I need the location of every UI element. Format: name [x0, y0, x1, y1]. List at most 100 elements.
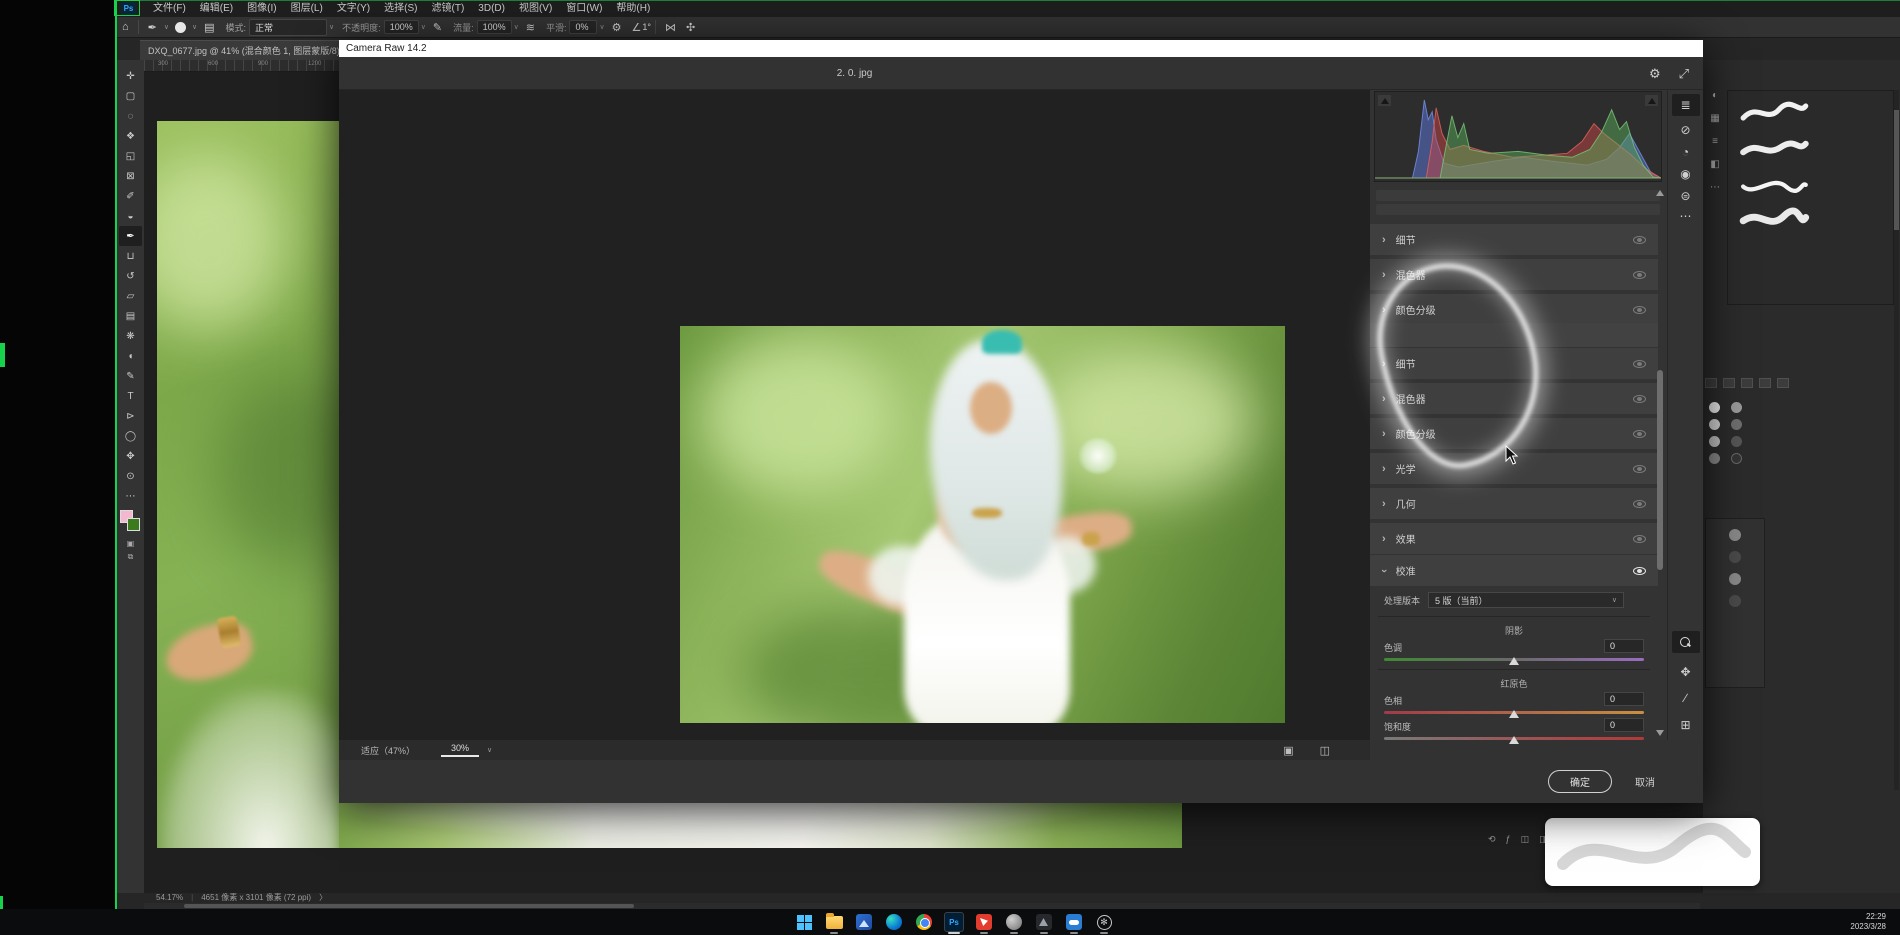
photos-app-icon[interactable] [855, 913, 873, 931]
red-eye-icon[interactable]: ◉ [1672, 163, 1700, 185]
layer-effects-icon[interactable]: ƒ [1506, 834, 1511, 845]
preferences-gear-icon[interactable]: ⚙ [1649, 66, 1661, 82]
swatch[interactable] [1709, 436, 1720, 447]
brush-stroke-thumbnail[interactable] [1738, 135, 1810, 161]
chevron-down-icon[interactable]: ∨ [487, 746, 492, 754]
blue-app-icon[interactable] [1065, 913, 1083, 931]
background-color-swatch[interactable] [127, 518, 140, 531]
visibility-eye-icon[interactable] [1633, 360, 1646, 368]
more-options-icon[interactable]: ⋯ [1672, 205, 1700, 227]
saturation-value[interactable]: 0 [1604, 718, 1644, 732]
dodge-tool-icon[interactable]: ◖ [119, 346, 142, 366]
chevron-down-icon[interactable]: ∨ [421, 23, 426, 31]
before-after-settings-icon[interactable]: ▣ [1283, 744, 1293, 757]
crop-tool-icon[interactable]: ◱ [119, 146, 142, 166]
chevron-down-icon[interactable]: ∨ [164, 23, 169, 31]
panel-tab[interactable] [1723, 378, 1735, 388]
swatch[interactable] [1731, 453, 1742, 464]
channels-icon[interactable]: ◧ [1710, 159, 1719, 170]
visibility-eye-icon[interactable] [1633, 535, 1646, 543]
chrome-browser-icon[interactable] [915, 913, 933, 931]
menu-item[interactable]: 3D(D) [471, 0, 512, 17]
panel-scrollbar[interactable] [1894, 90, 1899, 790]
hue-slider[interactable] [1384, 711, 1644, 714]
photoshop-taskbar-icon[interactable]: Ps [945, 913, 963, 931]
home-icon[interactable]: ⌂ [117, 21, 134, 33]
camera-raw-preview[interactable] [339, 90, 1370, 740]
menu-item[interactable]: 图层(L) [284, 0, 330, 17]
menu-item[interactable]: 编辑(E) [193, 0, 240, 17]
brush-angle-value[interactable]: 1° [642, 22, 651, 32]
flow-input[interactable]: 100% [477, 20, 512, 34]
visibility-eye-icon[interactable] [1633, 465, 1646, 473]
brush-size-preview[interactable] [175, 22, 186, 33]
brush-tool-icon[interactable]: ✒ [143, 21, 162, 34]
ok-button[interactable]: 确定 [1548, 770, 1612, 793]
swatch[interactable] [1731, 436, 1742, 447]
status-arrow-icon[interactable]: 〉 [319, 892, 327, 903]
slider-thumb[interactable] [1509, 710, 1519, 718]
panel-tab[interactable] [1759, 378, 1771, 388]
gradient-tool-icon[interactable]: ▤ [119, 306, 142, 326]
menu-item[interactable]: 文件(F) [146, 0, 193, 17]
slider-thumb[interactable] [1509, 736, 1519, 744]
shape-tool-icon[interactable]: ◯ [119, 426, 142, 446]
eraser-tool-icon[interactable]: ▱ [119, 286, 142, 306]
start-button[interactable] [795, 913, 813, 931]
panel-tab[interactable] [1777, 378, 1789, 388]
menu-item[interactable]: 帮助(H) [609, 0, 657, 17]
chevron-down-icon[interactable]: ∨ [192, 23, 197, 31]
menu-item[interactable]: 窗口(W) [559, 0, 609, 17]
calibration-section-row[interactable]: › 校准 [1370, 555, 1658, 586]
visibility-eye-icon[interactable] [1633, 236, 1646, 244]
fullscreen-expand-icon[interactable]: ⤢ [1679, 66, 1689, 82]
chevron-down-icon[interactable]: ∨ [514, 23, 519, 31]
object-selection-tool-icon[interactable]: ❖ [119, 126, 142, 146]
patterns-icon[interactable]: ▦ [1710, 113, 1719, 124]
shadow-clipping-icon[interactable] [1378, 95, 1391, 106]
move-tool-icon[interactable]: ✛ [119, 66, 142, 86]
visibility-eye-icon[interactable] [1633, 306, 1646, 314]
cancel-button[interactable]: 取消 [1635, 774, 1655, 789]
settings-scrollbar[interactable] [1656, 190, 1665, 736]
tint-value[interactable]: 0 [1604, 639, 1644, 653]
path-selection-tool-icon[interactable]: ⊳ [119, 406, 142, 426]
zoom-tool-icon[interactable] [1672, 631, 1700, 653]
frame-tool-icon[interactable]: ⊠ [119, 166, 142, 186]
smoothing-input[interactable]: 0% [569, 20, 597, 34]
camera-raw-titlebar[interactable]: Camera Raw 14.2 [339, 40, 1703, 57]
swatch[interactable] [1709, 453, 1720, 464]
airbrush-icon[interactable]: ≋ [521, 21, 540, 34]
edge-browser-icon[interactable] [885, 913, 903, 931]
grid-overlay-icon[interactable]: ⊞ [1672, 714, 1700, 736]
saturation-slider[interactable] [1384, 737, 1644, 740]
panel-tab[interactable] [1741, 378, 1753, 388]
swatch[interactable] [1709, 402, 1720, 413]
brush-stroke-thumbnail[interactable] [1738, 99, 1810, 125]
zoom-percent[interactable]: 54.17% [156, 893, 183, 902]
straighten-tool-icon[interactable]: ∕ [1672, 687, 1700, 709]
settings-section-row[interactable]: ›效果 [1370, 523, 1658, 554]
menu-item[interactable]: 图像(I) [240, 0, 283, 17]
zoom-level-value[interactable]: 30% [441, 743, 479, 757]
swatch[interactable] [1729, 551, 1741, 563]
opacity-input[interactable]: 100% [384, 20, 419, 34]
visibility-eye-icon[interactable] [1633, 430, 1646, 438]
swatch[interactable] [1729, 595, 1741, 607]
properties-icon[interactable]: ≡ [1712, 136, 1718, 147]
swatch[interactable] [1729, 529, 1741, 541]
visibility-eye-icon[interactable] [1633, 395, 1646, 403]
healing-icon[interactable]: ⊘ [1672, 119, 1700, 141]
scroll-up-icon[interactable] [1656, 190, 1664, 196]
swatch[interactable] [1731, 419, 1742, 430]
highlight-clipping-icon[interactable] [1645, 95, 1658, 106]
histogram[interactable] [1374, 91, 1662, 182]
visibility-eye-icon[interactable] [1633, 271, 1646, 279]
scroll-down-icon[interactable] [1656, 730, 1664, 736]
hand-tool-icon[interactable]: ✥ [1672, 661, 1700, 683]
tint-slider[interactable] [1384, 658, 1644, 661]
mode-select[interactable]: 正常 [249, 19, 327, 36]
brush-tool-icon[interactable]: ✒ [119, 226, 142, 246]
menu-item[interactable]: 选择(S) [377, 0, 424, 17]
document-tab[interactable]: DXQ_0677.jpg @ 41% (混合颜色 1, 图层蒙版/8) * × [140, 40, 368, 60]
